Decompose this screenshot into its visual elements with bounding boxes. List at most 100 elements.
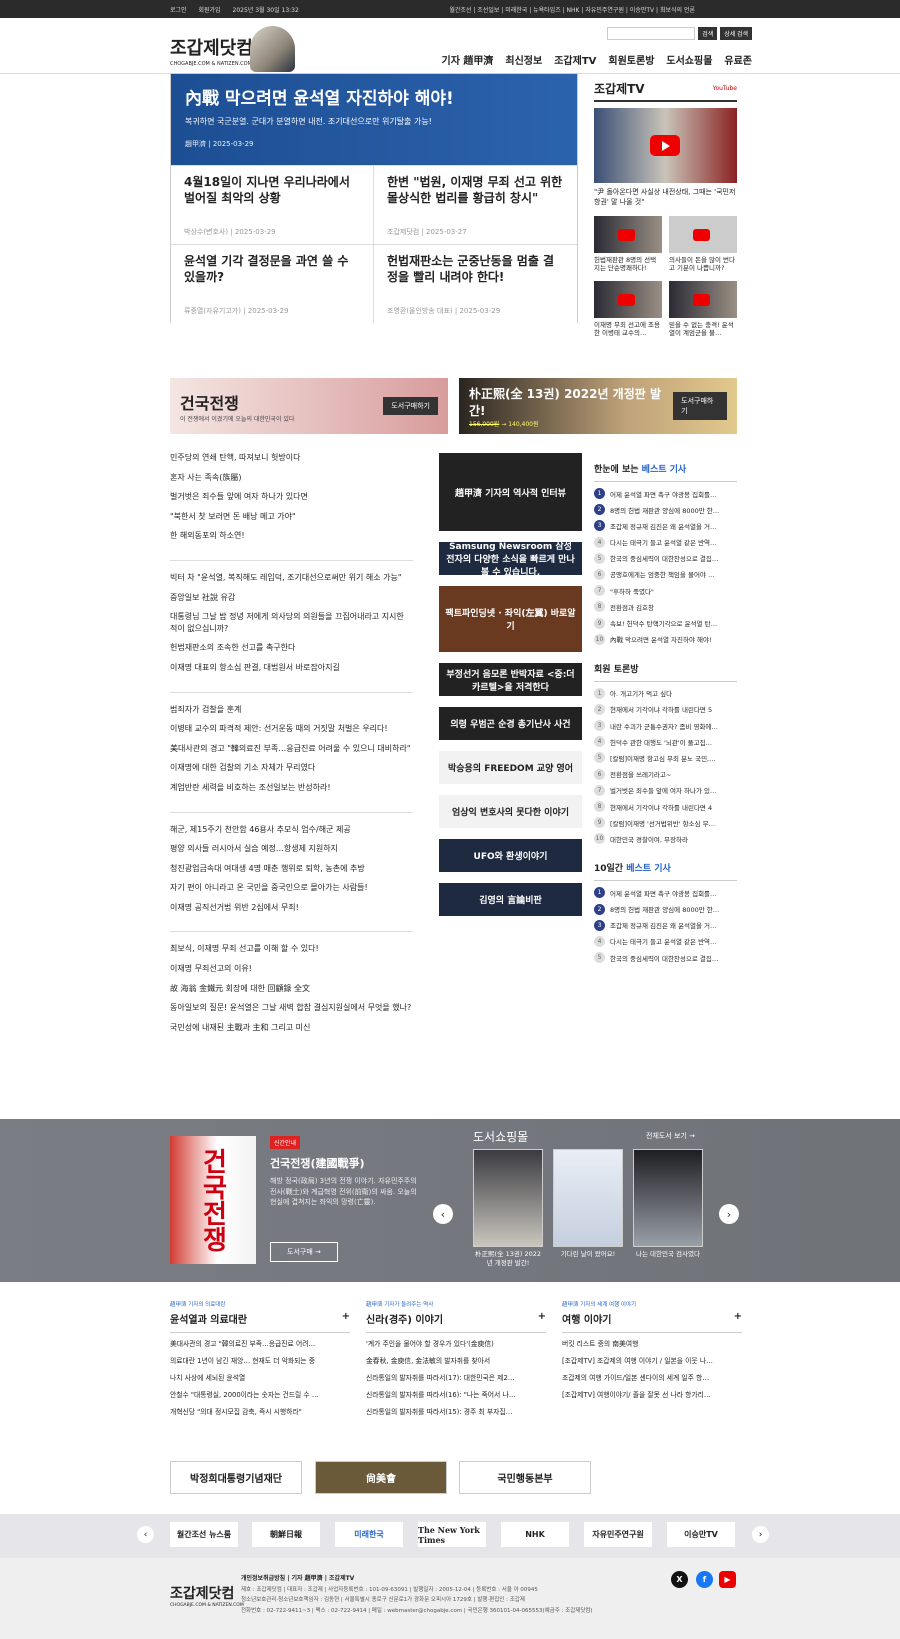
list-item[interactable]: 이재명 공직선거법 위반 2심에서 무죄! [170,902,413,914]
rank-item[interactable]: 9 속보! 헌덕수 탄핵기각으로 윤석열 탄… [594,617,737,629]
buy-button[interactable]: 도서구매하기 [673,392,727,420]
rank-item[interactable]: 3 조갑제 정규재 김진은 왜 윤석열을 거… [594,919,737,931]
forum-item[interactable]: 1 아. 개고기가 먹고 싶다 [594,687,737,699]
login-link[interactable]: 로그인 [170,7,187,14]
list-item[interactable]: [조갑제TV] 여행이야기/ 졸을 잘못 선 나라 항가리… [562,1389,742,1399]
search-button[interactable]: 검색 [698,27,718,40]
partner-banner[interactable]: 尙美會 [315,1461,447,1494]
ad-banner[interactable]: 의령 우범곤 순경 총기난사 사건 [439,707,582,740]
footer-links[interactable]: 개인정보취급방침 | 기자 趙甲濟 | 조갑제TV [241,1573,354,1582]
footer-logo[interactable]: 조갑제닷컴 CHOGABJE.COM & NATIZEN.COM [170,1583,244,1608]
new-book-title[interactable]: 건국전쟁(建國戰爭) [270,1155,365,1171]
list-item[interactable]: 이병태 교수의 파격적 제안: 선거운동 때의 거짓말 처벌은 우리다! [170,723,413,735]
join-link[interactable]: 회원가입 [198,7,220,14]
list-item[interactable]: 빅터 차 "윤석열, 복직해도 레임덕, 조기대선으로써만 위기 해소 가능" [170,572,413,584]
rank-item[interactable]: 7 "후하하 죽였다" [594,585,737,597]
nav-item[interactable]: 회원토론방 [608,52,654,67]
forum-item[interactable]: 5 [칼럼]이재명 항고심 무죄 분노 국민,… [594,752,737,764]
chevron-left-icon[interactable]: ‹ [137,1526,154,1543]
list-item[interactable]: 최보식, 이재명 무죄 선고를 이해 할 수 있다! [170,943,413,955]
shop-all-link[interactable]: 전체도서 보기 → [646,1131,695,1141]
search-input[interactable] [607,27,696,40]
list-item[interactable]: 신라통일의 발자취를 따라서(17): 대한민국은 제2… [366,1372,546,1382]
family-site-link[interactable]: 미래한국 [335,1522,403,1547]
family-site-link[interactable]: 월간조선 뉴스룸 [170,1522,238,1547]
list-item[interactable]: 중앙일보 社說 유감 [170,592,413,604]
nav-item[interactable]: 유료존 [724,52,752,67]
rank-item[interactable]: 2 8명의 헌법 재판관 양심에 8000만 한… [594,504,737,516]
list-item[interactable]: 벌거벗은 죄수들 앞에 여자 하나가 있다면 [170,491,413,503]
youtube-icon[interactable]: YouTube [713,85,737,92]
family-links[interactable]: 월간조선 | 조선일보 | 미래한국 | 뉴욕타임즈 | NHK | 자유민주연… [449,5,695,14]
forum-item[interactable]: 8 현재에서 기각이냐 각하를 내린다면 4 [594,801,737,812]
rank-item[interactable]: 5 한국의 중심세력이 대한찬성으로 결집… [594,552,737,564]
family-site-link[interactable]: 자유민주연구원 [584,1522,652,1547]
rank-item[interactable]: 10 內戰 막으려면 윤석열 자진하야 해야! [594,633,737,645]
ad-banner[interactable]: UFO와 환생이야기 [439,839,582,872]
partner-banner[interactable]: 국민행동본부 [459,1461,591,1494]
list-item[interactable]: 金春秋, 金庾信, 金法敏의 발자취를 찾아서 [366,1355,546,1365]
ad-banner[interactable]: 박승용의 FREEDOM 교양 영어 [439,751,582,784]
list-item[interactable]: 의료대란 1년이 남긴 재앙… 현재도 더 악화되는 중 [170,1355,350,1365]
list-item[interactable]: 대통령님 그날 밤 정녕 저에게 의사당의 의원들을 끄집어내라고 지시한 적이… [170,611,413,634]
family-site-link[interactable]: NHK [501,1522,569,1547]
nav-item[interactable]: 최신정보 [505,52,542,67]
list-item[interactable]: 평양 의사들 러시아서 실습 예정…항생제 지원하지 [170,843,413,855]
forum-item[interactable]: 7 벌거벗은 죄수들 앞에 여자 하나가 있… [594,784,737,796]
column-title[interactable]: 여행 이야기 [562,1311,611,1326]
list-item[interactable]: 故 海翁 金鐵元 회장에 대한 回顧錄 全文 [170,983,413,995]
family-site-link[interactable]: 이승만TV [667,1522,735,1547]
forum-item[interactable]: 4 헌덕수 관한 대행도 '뇌관'이 풀고집… [594,736,737,748]
site-logo[interactable]: 조갑제닷컴 CHOGABJE.COM & NATIZEN.COM [170,34,253,67]
rank-item[interactable]: 3 조갑제 정규재 김진은 왜 윤석열을 거… [594,520,737,532]
ad-banner[interactable]: 엄상익 변호사의 못다한 이야기 [439,795,582,828]
list-item[interactable]: 신라통일의 발자취를 따라서(16): "나는 죽어서 나… [366,1389,546,1399]
list-item[interactable]: 이재명에 대한 검찰의 기소 자체가 무리였다 [170,762,413,774]
buy-button[interactable]: 도서구매 → [270,1242,338,1262]
list-item[interactable]: 이재명 대표의 항소심 판결, 대법원서 바로잡아지길 [170,662,413,674]
family-site-link[interactable]: 朝鮮日報 [252,1522,320,1547]
ad-banner[interactable]: 팩트파인딩넷 · 좌익(左翼) 바로알기 [439,586,582,652]
nav-item[interactable]: 도서쇼핑몰 [666,52,712,67]
list-item[interactable]: 안철수 "대통령실, 2000이라는 숫자는 건드릴 수 … [170,1389,350,1399]
story-card[interactable]: 4월18일이 지나면 우리나라에서 벌어질 최악의 상황 박상수(변호사) | 2… [171,165,374,244]
list-item[interactable]: 동아일보의 질문! 윤석열은 그날 새벽 합참 결심지원실에서 무엇을 했나? [170,1002,413,1014]
list-item[interactable]: 버킷 리스트 중의 南美여행 [562,1338,742,1348]
book-card[interactable]: 기다린 날이 왔어요! [553,1149,623,1259]
nav-item[interactable]: 기자 趙甲濟 [442,52,494,67]
list-item[interactable]: 헌법재판소의 조속한 선고를 촉구한다 [170,642,413,654]
tv-video-card[interactable]: 믿을 수 없는 충격! 윤석열이 계엄군을 불… [669,280,737,339]
forum-item[interactable]: 10 대한민국 경찰이여, 무장하라 [594,833,737,845]
list-item[interactable]: 이재명 무죄선고의 이유! [170,963,413,975]
list-item[interactable]: [조갑제TV] 조갑제의 여행 이야기 / 일본을 이웃 나… [562,1355,742,1365]
partner-banner[interactable]: 박정희대통령기념재단 [170,1461,302,1494]
youtube-icon[interactable]: ▶ [719,1571,736,1588]
list-item[interactable]: 범죄자가 검찰을 훈계 [170,704,413,716]
chevron-right-icon[interactable]: › [719,1204,739,1224]
rank-item[interactable]: 2 8명의 헌법 재판관 양심에 8000만 한… [594,903,737,915]
rank-item[interactable]: 5 한국의 중심세력이 대한찬성으로 결집… [594,952,737,964]
forum-item[interactable]: 6 전환점을 쓰레기라고~ [594,768,737,780]
forum-item[interactable]: 3 내란 수괴가 군통수권자? 좀비 영화에… [594,720,737,732]
tv-video-card[interactable]: 의사들이 돈을 많이 번다고 기분이 나쁩니까? [669,215,737,274]
nav-item[interactable]: 조갑제TV [554,52,596,67]
list-item[interactable]: 민주당의 연쇄 탄핵, 따져보니 헛방이다 [170,452,413,464]
forum-item[interactable]: 2 현재에서 기각이냐 각하를 내린다면 5 [594,703,737,715]
plus-icon[interactable]: + [538,1311,546,1326]
column-title[interactable]: 윤석열과 의료대란 [170,1311,247,1326]
ad-banner[interactable]: 趙甲濟 기자의 역사적 인터뷰 [439,453,582,531]
ad-banner[interactable]: 김영의 言論비판 [439,883,582,916]
tv-title[interactable]: 조갑제TV [594,80,645,97]
ad-banner[interactable]: 부정선거 음모론 반박자료 <중:더 카르텔>을 저격한다 [439,663,582,696]
top-story[interactable]: 內戰 막으려면 윤석열 자진하야 해야! 복귀하면 국군분열. 군대가 분열하면… [171,74,577,165]
top-story-title[interactable]: 內戰 막으려면 윤석열 자진하야 해야! [185,84,563,109]
tv-video-card[interactable]: 이재명 무죄 선고에 조용한 이병태 교수의… [594,280,662,339]
book-banner[interactable]: 건국전쟁 이 전쟁에서 이겼기에 오늘의 대한민국이 있다 도서구매하기 [170,378,448,434]
book-banner[interactable]: 朴正熙(全 13권) 2022년 개정판 발간! 156,000원 → 140,4… [459,378,737,434]
list-item[interactable]: 한 해외동포의 하소연! [170,530,413,542]
rank-item[interactable]: 4 다시는 태극기 들고 윤석열 같은 반역… [594,536,737,548]
list-item[interactable]: 美대사관의 경고 "韓의료진 부족…응급진료 어려울 수 있으니 대비하라" [170,743,413,755]
list-item[interactable]: '계가 주인을 물어야 할 경우가 있다'(金庾信) [366,1338,546,1348]
list-item[interactable]: 청진광업금속대 여대생 4명 매춘 행위로 퇴학, 농촌에 추방 [170,863,413,875]
tv-main-caption[interactable]: "尹 돌아온다면 사실상 내전상태, 그때는 '국민저항권' 말 나올 것" [594,188,737,208]
